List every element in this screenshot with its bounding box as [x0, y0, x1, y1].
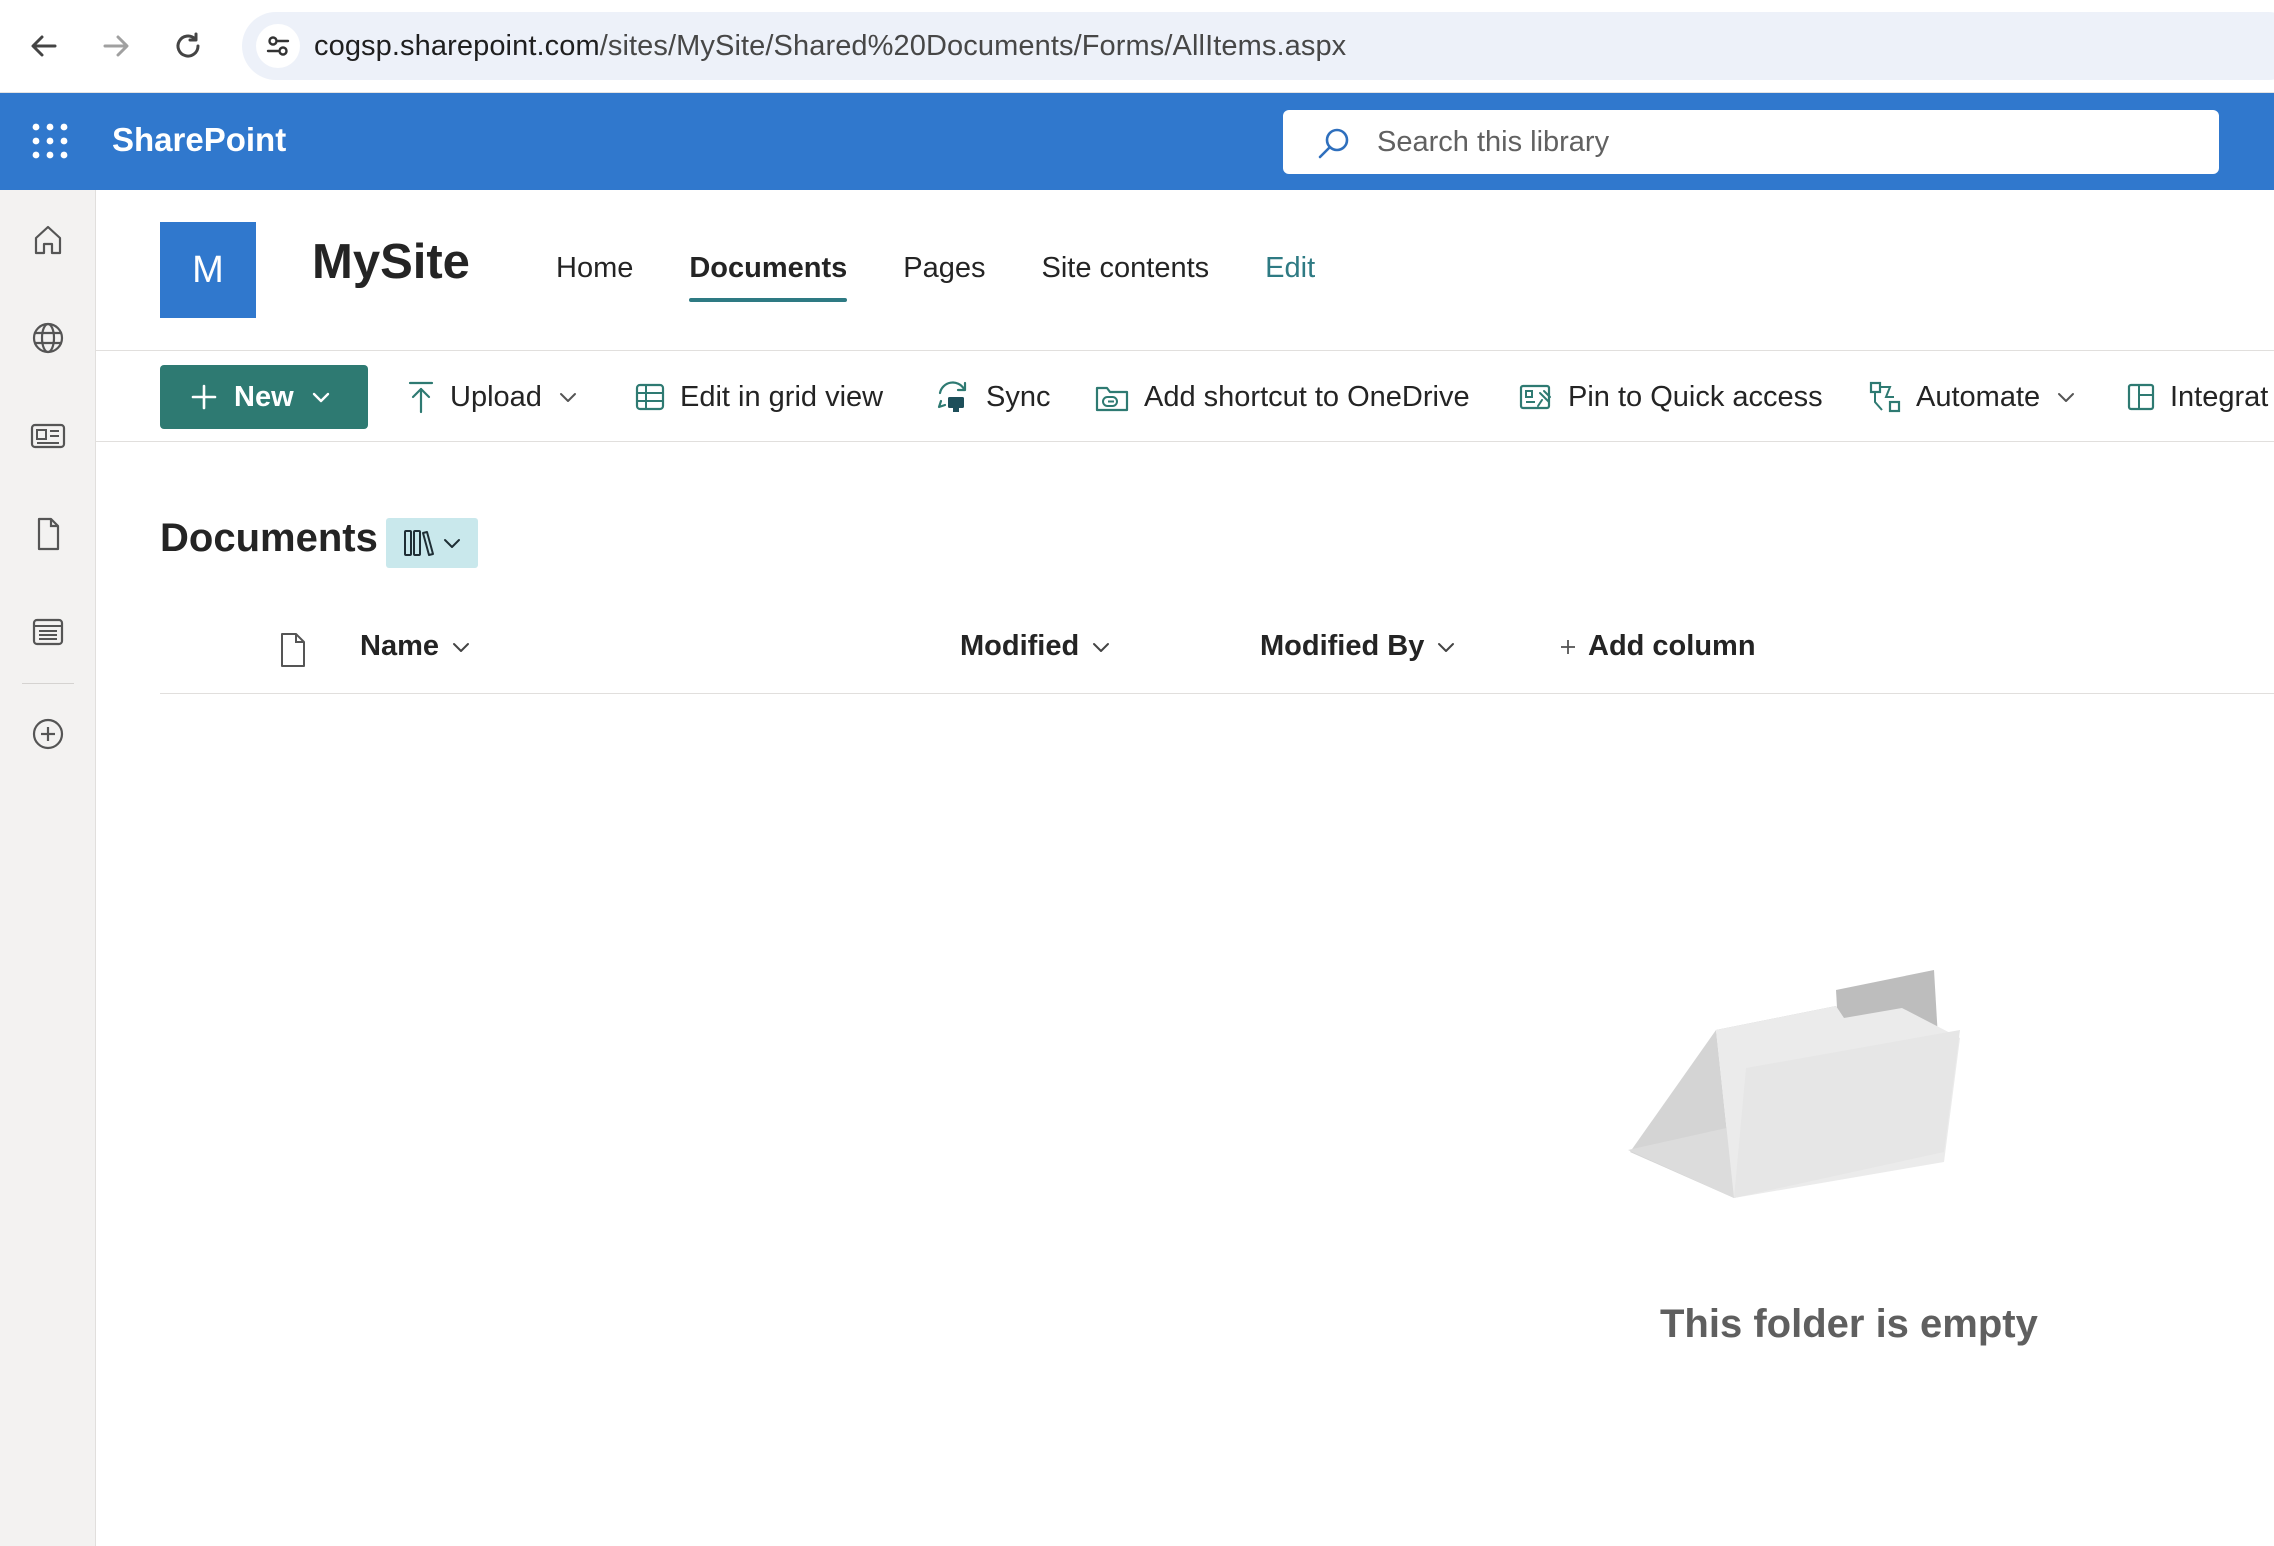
column-header-row: Name Modified Modified By Add column: [160, 620, 2274, 694]
add-column-button[interactable]: Add column: [1558, 630, 1756, 663]
browser-toolbar: cogsp.sharepoint.com/sites/MySite/Shared…: [0, 0, 2274, 93]
app-launcher-icon[interactable]: [28, 119, 72, 163]
view-switcher[interactable]: [386, 518, 478, 568]
chevron-down-icon: [444, 539, 460, 548]
site-logo[interactable]: M: [160, 222, 256, 318]
chevron-down-icon: [2058, 393, 2075, 402]
create-icon[interactable]: [24, 710, 72, 758]
empty-folder-illustration: [1628, 970, 1968, 1200]
file-icon[interactable]: [24, 510, 72, 558]
library-title: Documents: [160, 516, 378, 560]
nav-site-contents[interactable]: Site contents: [1042, 252, 1210, 302]
shortcut-icon: [1095, 386, 1129, 412]
news-icon[interactable]: [24, 412, 72, 460]
search-box[interactable]: [1283, 110, 2219, 174]
integrate-icon: [2127, 383, 2155, 411]
arrow-left-icon: [31, 35, 57, 57]
column-modified-label: Modified: [960, 630, 1080, 662]
sync-icon: [937, 381, 967, 412]
back-button[interactable]: [20, 22, 68, 70]
upload-button[interactable]: Upload: [406, 365, 578, 429]
nav-home[interactable]: Home: [556, 252, 633, 302]
add-column-label: Add column: [1588, 630, 1756, 662]
new-button[interactable]: New: [160, 365, 368, 429]
site-info-icon[interactable]: [256, 24, 300, 68]
nav-edit[interactable]: Edit: [1265, 252, 1315, 302]
forward-button[interactable]: [92, 22, 140, 70]
suite-title[interactable]: SharePoint: [112, 121, 286, 159]
reload-button[interactable]: [164, 22, 212, 70]
chevron-down-icon: [559, 393, 576, 402]
site-navigation: Home Documents Pages Site contents Edit: [556, 252, 1371, 302]
automate-label: Automate: [1916, 380, 2041, 413]
chevron-down-icon: [312, 392, 329, 403]
search-input[interactable]: [1377, 110, 2177, 174]
edit-grid-view-label: Edit in grid view: [680, 380, 884, 413]
automate-icon: [1869, 381, 1901, 413]
library-view-icon: [404, 530, 434, 556]
chevron-down-icon: [1438, 642, 1455, 652]
home-icon[interactable]: [24, 216, 72, 264]
add-shortcut-label: Add shortcut to OneDrive: [1144, 380, 1470, 413]
address-bar[interactable]: cogsp.sharepoint.com/sites/MySite/Shared…: [242, 12, 2274, 80]
column-modified-by-label: Modified By: [1260, 630, 1425, 662]
column-modified[interactable]: Modified: [960, 630, 1111, 663]
upload-label: Upload: [450, 380, 542, 413]
rail-divider: [22, 683, 74, 684]
url-host: cogsp.sharepoint.com: [314, 30, 600, 62]
integrate-label: Integrat: [2170, 380, 2269, 413]
integrate-button[interactable]: Integrat: [2126, 365, 2268, 429]
url-path: /sites/MySite/Shared%20Documents/Forms/A…: [599, 30, 1347, 62]
column-name-label: Name: [360, 630, 439, 662]
file-type-icon[interactable]: [278, 632, 308, 668]
command-bar: New Upload Edit in grid view Sync Add sh…: [96, 350, 2274, 442]
pin-icon: [1519, 384, 1551, 410]
url-text: cogsp.sharepoint.com/sites/MySite/Shared…: [314, 30, 1346, 63]
sync-label: Sync: [986, 380, 1051, 413]
plus-icon: [191, 384, 217, 410]
upload-icon: [408, 381, 434, 414]
column-modified-by[interactable]: Modified By: [1260, 630, 1456, 663]
sync-button[interactable]: Sync: [934, 365, 1050, 429]
column-name[interactable]: Name: [360, 630, 471, 663]
lists-icon[interactable]: [24, 608, 72, 656]
grid-icon: [635, 383, 665, 411]
suite-header: SharePoint: [0, 93, 2274, 190]
reload-icon: [176, 32, 200, 58]
arrow-right-icon: [103, 35, 129, 57]
add-shortcut-button[interactable]: Add shortcut to OneDrive: [1094, 365, 1470, 429]
site-title[interactable]: MySite: [312, 234, 470, 290]
new-button-label: New: [234, 380, 294, 413]
automate-button[interactable]: Automate: [1868, 365, 2076, 429]
empty-state-message: This folder is empty: [1660, 1302, 2038, 1346]
pin-quick-access-label: Pin to Quick access: [1568, 380, 1823, 413]
app-bar: [0, 190, 96, 1546]
nav-pages[interactable]: Pages: [903, 252, 985, 302]
search-icon: [1317, 126, 1351, 160]
nav-documents[interactable]: Documents: [689, 252, 847, 302]
chevron-down-icon: [453, 642, 469, 652]
chevron-down-icon: [1093, 642, 1110, 652]
plus-icon: [1561, 639, 1575, 654]
globe-icon[interactable]: [24, 314, 72, 362]
edit-grid-view-button[interactable]: Edit in grid view: [634, 365, 883, 429]
pin-quick-access-button[interactable]: Pin to Quick access: [1518, 365, 1823, 429]
